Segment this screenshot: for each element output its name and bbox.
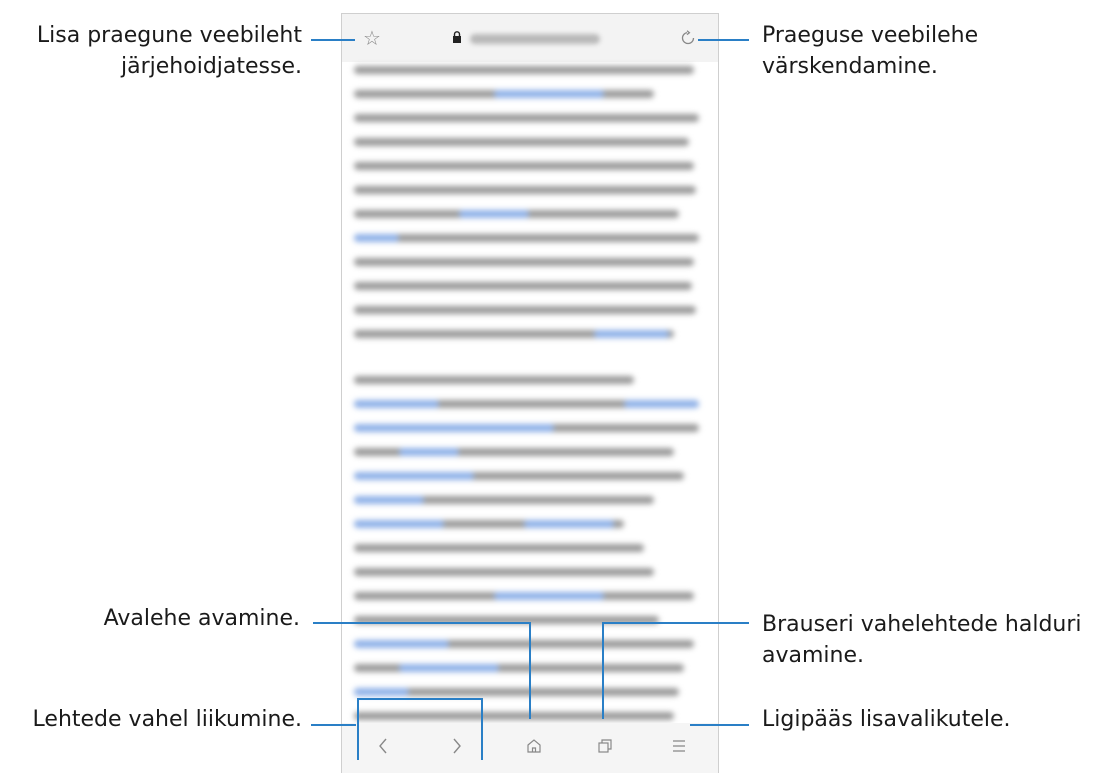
callout-bookmark: Lisa praegune veebileht järjehoidjatesse… [37, 20, 302, 82]
callout-bracket-right [481, 698, 483, 760]
callout-line-home [313, 622, 531, 624]
chevron-right-icon[interactable] [442, 731, 472, 761]
callout-refresh-line2: värskendamine. [762, 54, 938, 79]
callout-bookmark-line1: Lisa praegune veebileht [36, 23, 302, 48]
callout-more: Ligipääs lisavalikutele. [762, 707, 1011, 732]
callout-bracket-top [357, 698, 483, 700]
callout-home: Avalehe avamine. [103, 606, 300, 631]
callout-tabs-line2: avamine. [762, 643, 864, 668]
callout-refresh-line1: Praeguse veebilehe [762, 23, 979, 48]
callout-line-tabs-vertical [602, 622, 604, 719]
callout-navigate: Lehtede vahel liikumine. [32, 707, 302, 732]
home-icon[interactable] [519, 731, 549, 761]
callout-line-navigate [311, 724, 356, 726]
page-content-blurred [354, 66, 708, 736]
callout-line-home-vertical [529, 622, 531, 719]
address-bar[interactable]: ☆ [342, 14, 718, 62]
bottom-toolbar [342, 723, 718, 773]
callout-bookmark-line2: järjehoidjatesse. [121, 54, 302, 79]
callout-line-more [690, 724, 749, 726]
callout-tabs-line1: Brauseri vahelehtede halduri [762, 612, 1082, 637]
chevron-left-icon[interactable] [368, 731, 398, 761]
menu-icon[interactable] [664, 731, 694, 761]
callout-line-refresh [698, 39, 749, 41]
callout-refresh: Praeguse veebilehe värskendamine. [762, 20, 978, 82]
tabs-icon[interactable] [590, 731, 620, 761]
callout-bracket-left [357, 698, 359, 760]
callout-line-bookmark [311, 39, 355, 41]
callout-tabs: Brauseri vahelehtede halduri avamine. [762, 609, 1082, 671]
star-icon[interactable]: ☆ [360, 26, 384, 50]
callout-line-tabs [604, 622, 749, 624]
lock-icon [450, 28, 464, 46]
url-text[interactable] [470, 34, 600, 44]
refresh-icon[interactable] [676, 26, 700, 50]
